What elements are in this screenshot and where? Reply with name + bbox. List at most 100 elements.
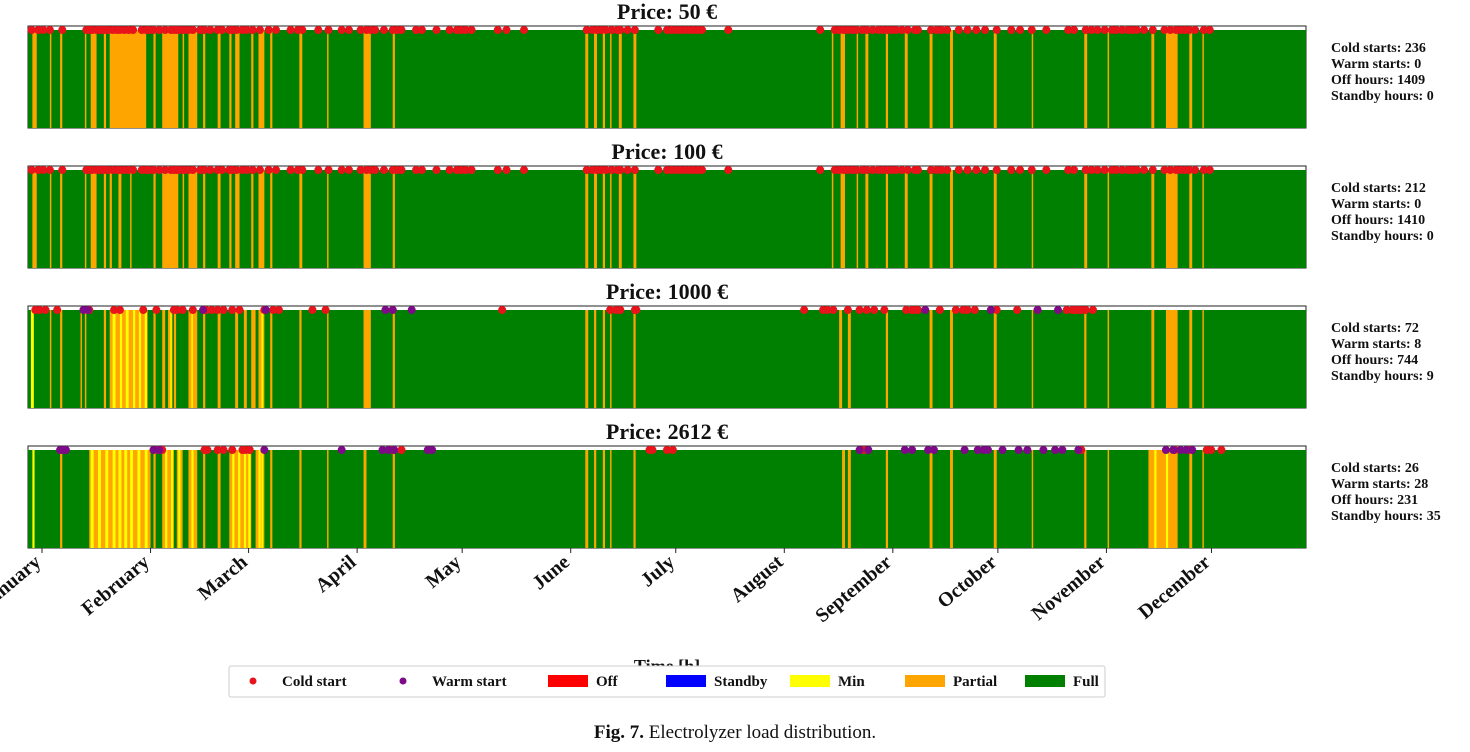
panel-title: Price: 1000 € [606,279,728,304]
load-segment-partial [299,450,302,548]
cold-start-marker [816,166,825,174]
month-label: February [77,551,153,620]
load-segment-min [144,310,147,408]
cold-start-marker [467,166,476,174]
cold-start-marker [880,306,889,314]
cold-start-marker [498,306,507,314]
cold-start-marker [324,26,333,34]
load-segment-partial [258,30,265,128]
cold-start-marker [954,26,963,34]
cold-start-marker [445,166,454,174]
load-segment-partial [594,450,597,548]
load-segment-min [191,310,193,408]
cold-start-marker [248,166,257,174]
load-segment-partial [327,310,329,408]
load-segment-partial [839,310,843,408]
load-segment-min [133,310,136,408]
load-segment-partial [1084,30,1088,128]
load-segment-partial [270,30,273,128]
cold-start-marker [668,446,677,454]
cold-start-marker [371,166,380,174]
cold-start-marker [1093,26,1102,34]
load-segment-partial [299,310,302,408]
stat-warm-starts: Warm starts: 28 [1331,477,1428,492]
cold-start-marker [1089,306,1097,314]
cold-start-marker [321,306,330,314]
cold-start-marker [1007,166,1016,174]
load-segment-partial [217,30,221,128]
load-segment-partial [299,170,303,268]
cold-start-marker [344,166,353,174]
warm-start-marker [900,446,909,454]
cold-start-marker [1205,166,1214,174]
load-segment-partial [594,170,597,268]
cold-start-marker [903,166,912,174]
month-label: October [933,551,1001,613]
cold-start-marker [1100,26,1109,34]
cold-start-marker [903,26,912,34]
load-segment-partial [229,30,232,128]
cold-start-marker [981,166,990,174]
load-segment-partial [1202,310,1204,408]
load-segment-partial [633,310,636,408]
load-segment-partial [950,30,953,128]
cold-start-marker [935,306,944,314]
warm-start-marker [1169,446,1178,454]
load-segment-partial [363,450,367,548]
load-segment-partial [1031,450,1034,548]
load-segment-partial [1031,30,1034,128]
load-segment-min [1165,450,1169,548]
load-segment-partial [1151,310,1155,408]
load-segment-partial [363,30,371,128]
stat-off-hours: Off hours: 744 [1331,353,1418,368]
load-segment-partial [993,310,997,408]
warm-start-marker [921,306,930,314]
load-segment-partial [610,450,612,548]
cold-start-marker [115,306,124,314]
legend-label: Off [596,674,619,690]
cold-start-marker [1081,306,1090,314]
legend-label: Warm start [432,674,507,690]
month-label: May [421,551,465,593]
stat-off-hours: Off hours: 1410 [1331,213,1425,228]
panel-3: Price: 1000 € Cold starts: 72Warm starts:… [27,279,1434,409]
cold-start-marker [1132,26,1141,34]
load-segment-min [232,450,235,548]
electrolyzer-load-figure: Price: 50 €Cold starts: 236Warm starts: … [0,0,1441,698]
load-segment-partial [585,450,589,548]
load-segment-partial [1107,170,1110,268]
cold-start-marker [152,306,161,314]
warm-start-marker [428,446,437,454]
cold-start-marker [502,26,511,34]
panel-4: Price: 2612 € Cold starts: 26Warm starts:… [27,419,1441,549]
warm-start-marker [260,446,269,454]
warm-start-marker [407,306,416,314]
warm-start-marker [1014,446,1023,454]
caption-label: Fig. 7. [593,722,644,743]
load-segment-partial [1202,450,1204,548]
month-label: November [1027,551,1109,625]
load-segment-partial [993,450,997,548]
load-segment-partial [618,170,622,268]
cold-start-marker [654,166,663,174]
load-segment-partial [363,310,371,408]
load-segment-min [165,450,168,548]
load-segment-partial [1165,170,1178,268]
warm-start-marker [83,306,92,314]
caption-text: Electrolyzer load distribution. [648,722,877,743]
cold-start-marker [178,306,187,314]
warm-start-marker [855,446,864,454]
cold-start-marker [219,446,228,454]
legend-patch [666,675,706,687]
cold-start-marker [45,26,54,34]
cold-start-marker [1148,26,1157,34]
load-segment-partial [1202,170,1204,268]
load-segment-partial [251,310,256,408]
legend-label: Cold start [282,674,347,690]
load-segment-partial [1148,450,1178,548]
load-segment-partial [392,30,395,128]
panel-2: Price: 100 € Cold starts: 212Warm starts:… [27,139,1434,269]
load-segment-partial [188,30,198,128]
cold-start-marker [1148,166,1157,174]
cold-start-marker [274,306,283,314]
